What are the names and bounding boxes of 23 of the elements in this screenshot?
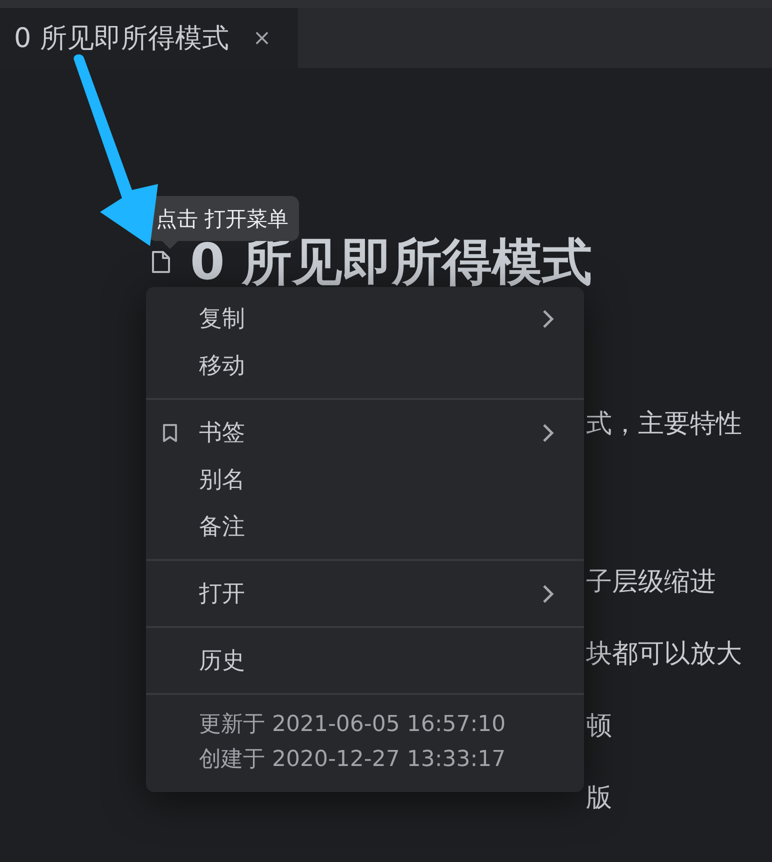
body-text: 块都可以放大 [586,638,743,671]
close-button[interactable]: × [248,26,276,50]
tooltip: 点击 打开菜单 [148,196,299,241]
bookmark-icon [162,422,178,442]
editor-tab[interactable]: 0 所见即所得模式 × [0,8,298,68]
menu-item[interactable]: 移动 [146,342,584,389]
menu-item[interactable]: 别名 [146,456,584,503]
body-text: 顿 [586,710,613,743]
menu-item[interactable]: 备注 [146,503,584,550]
body-text: 版 [586,782,613,815]
timestamp-text: 创建于 2020-12-27 13:33:17 [199,746,507,774]
body-text: 子层级缩进 [586,566,717,599]
timestamp-text: 更新于 2021-06-05 16:57:10 [199,711,507,739]
chevron-right-icon [542,422,554,442]
body-text: 式，主要特性 [586,408,743,441]
chevron-right-icon [542,584,554,604]
tooltip-pointer [162,241,178,249]
menu-item[interactable]: 打开 [146,570,584,617]
chevron-right-icon [542,308,554,328]
menu-item[interactable]: 书签 [146,409,584,456]
file-icon[interactable] [150,250,172,274]
menu-item[interactable]: 历史 [146,637,584,684]
menu-item[interactable]: 复制 [146,295,584,342]
